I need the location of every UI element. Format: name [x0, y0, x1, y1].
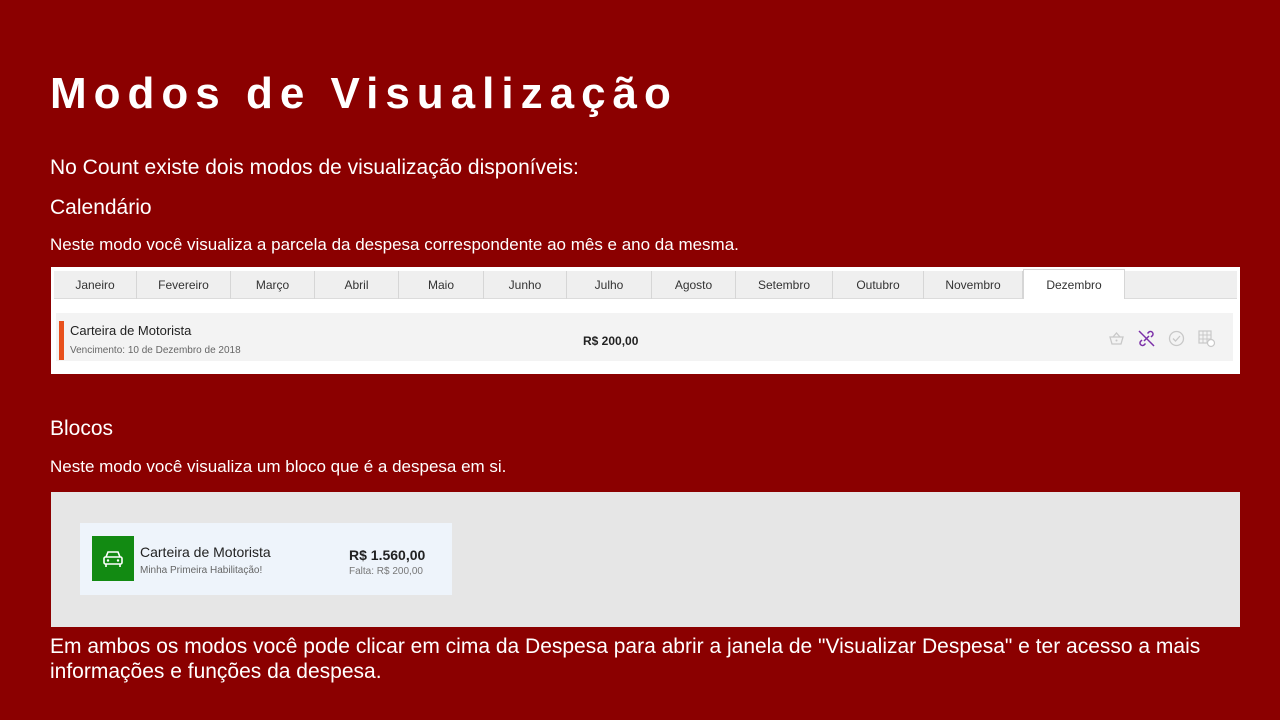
calendar-heading: Calendário	[50, 196, 152, 219]
tab-agosto[interactable]: Agosto	[652, 271, 736, 299]
slide-title: Modos de Visualização	[50, 69, 678, 118]
expense-accent-bar	[59, 321, 64, 360]
expense-name: Carteira de Motorista	[70, 323, 192, 338]
card-name: Carteira de Motorista	[140, 544, 271, 560]
calendar-description: Neste modo você visualiza a parcela da d…	[50, 235, 739, 254]
blocks-heading: Blocos	[50, 417, 114, 440]
card-value: R$ 1.560,00	[349, 547, 426, 563]
tab-marco[interactable]: Março	[231, 271, 315, 299]
tab-maio[interactable]: Maio	[399, 271, 484, 299]
check-circle-icon[interactable]	[1167, 329, 1186, 348]
expense-due-date: Vencimento: 10 de Dezembro de 2018	[70, 345, 241, 356]
blocks-view-screenshot: Carteira de Motorista Minha Primeira Hab…	[51, 492, 1240, 627]
tab-novembro[interactable]: Novembro	[924, 271, 1023, 299]
car-icon	[92, 536, 134, 581]
tab-janeiro[interactable]: Janeiro	[54, 271, 137, 299]
calendar-grid-icon[interactable]	[1197, 329, 1216, 348]
card-missing-amount: Falta: R$ 200,00	[349, 566, 423, 577]
basket-icon[interactable]	[1107, 329, 1126, 348]
intro-text: No Count existe dois modos de visualizaç…	[50, 156, 579, 179]
unlink-icon[interactable]	[1137, 329, 1156, 348]
tab-junho[interactable]: Junho	[484, 271, 567, 299]
expense-actions	[1107, 329, 1216, 348]
expense-row[interactable]: Carteira de Motorista Vencimento: 10 de …	[56, 313, 1233, 361]
tab-outubro[interactable]: Outubro	[833, 271, 924, 299]
tab-fevereiro[interactable]: Fevereiro	[137, 271, 231, 299]
tab-setembro[interactable]: Setembro	[736, 271, 833, 299]
footer-text: Em ambos os modos você pode clicar em ci…	[50, 635, 1201, 683]
blocks-description: Neste modo você visualiza um bloco que é…	[50, 457, 507, 476]
expense-card[interactable]: Carteira de Motorista Minha Primeira Hab…	[80, 523, 452, 595]
tab-julho[interactable]: Julho	[567, 271, 652, 299]
calendar-view-screenshot: Janeiro Fevereiro Março Abril Maio Junho…	[51, 267, 1240, 374]
tab-abril[interactable]: Abril	[315, 271, 399, 299]
tab-dezembro[interactable]: Dezembro	[1023, 269, 1125, 299]
expense-value: R$ 200,00	[583, 334, 639, 348]
month-tabs: Janeiro Fevereiro Março Abril Maio Junho…	[54, 269, 1237, 299]
card-subtitle: Minha Primeira Habilitação!	[140, 565, 263, 576]
